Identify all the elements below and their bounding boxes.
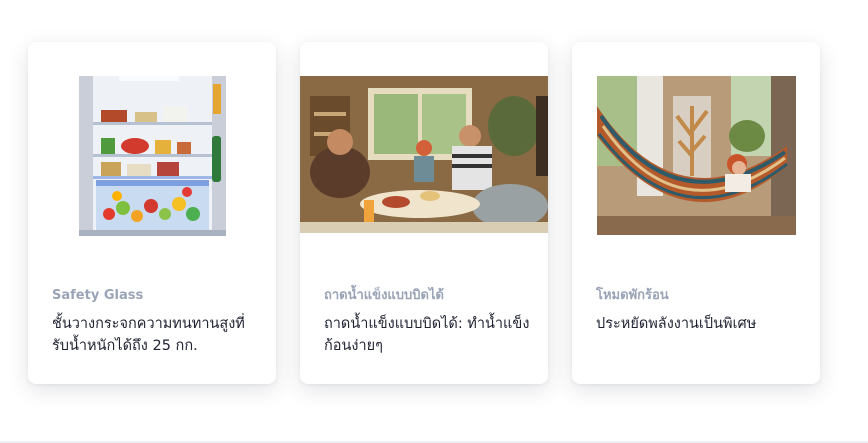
card-eyebrow: Safety Glass: [52, 288, 144, 303]
woman-in-hammock-image: [596, 76, 796, 235]
card-eyebrow: ถาดน้ำแข็งแบบบิดได้: [324, 288, 444, 303]
card-description: ชั้นวางกระจกความทนทานสูงที่รับน้ำหนักได้…: [52, 316, 245, 354]
card-description: ประหยัดพลังงานเป็นพิเศษ: [596, 316, 757, 332]
feature-cards-section: Safety Glass ชั้นวางกระจกความทนทานสูงที่…: [0, 0, 868, 443]
card-image-container: [300, 76, 548, 236]
card-text-block: Safety Glass ชั้นวางกระจกความทนทานสูงที่…: [52, 288, 258, 357]
card-image-container: [572, 76, 820, 236]
feature-cards-row: Safety Glass ชั้นวางกระจกความทนทานสูงที่…: [28, 42, 820, 384]
feature-card-vacation-mode[interactable]: โหมดพักร้อน ประหยัดพลังงานเป็นพิเศษ: [572, 42, 820, 384]
feature-card-safety-glass[interactable]: Safety Glass ชั้นวางกระจกความทนทานสูงที่…: [28, 42, 276, 384]
card-eyebrow: โหมดพักร้อน: [596, 288, 669, 303]
feature-card-twist-ice-tray[interactable]: ถาดน้ำแข็งแบบบิดได้ ถาดน้ำแข็งแบบบิดได้:…: [300, 42, 548, 384]
card-text-block: โหมดพักร้อน ประหยัดพลังงานเป็นพิเศษ: [596, 288, 802, 335]
card-text-block: ถาดน้ำแข็งแบบบิดได้ ถาดน้ำแข็งแบบบิดได้:…: [324, 288, 530, 357]
card-description: ถาดน้ำแข็งแบบบิดได้: ทำน้ำแข็งก้อนง่ายๆ: [324, 316, 530, 354]
refrigerator-interior-image: [78, 76, 226, 236]
friends-gathering-image: [300, 76, 548, 233]
card-image-container: [28, 76, 276, 236]
